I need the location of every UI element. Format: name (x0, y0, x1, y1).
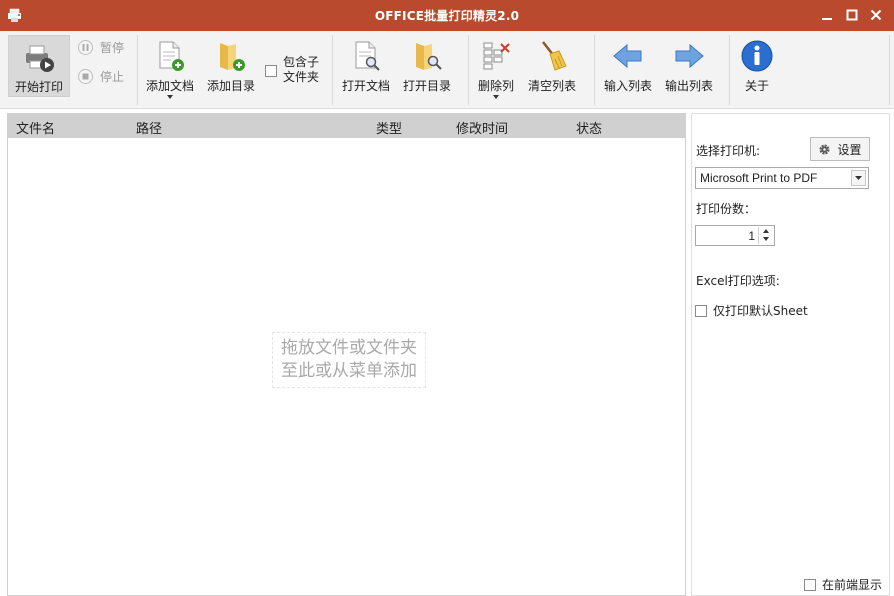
include-subfolders-option[interactable]: 包含子 文件夹 (265, 55, 329, 85)
include-subfolders-label-1: 包含子 (283, 55, 320, 69)
file-list[interactable]: 文件名 路径 类型 修改时间 状态 拖放文件或文件夹 至此或从菜单添加 (7, 113, 686, 596)
list-header: 文件名 路径 类型 修改时间 状态 (8, 114, 685, 138)
arrow-left-icon (611, 39, 645, 73)
separator (594, 35, 595, 105)
separator (729, 35, 730, 105)
toolbar: 开始打印 暂停 停止 添加文档 添加目录 包含子 文件夹 打开文档 打开目录 删… (0, 31, 894, 109)
copies-stepper[interactable]: 1 (695, 225, 775, 246)
add-directory-button[interactable]: 添加目录 (203, 35, 259, 97)
export-list-label: 输出列表 (664, 79, 713, 93)
only-default-sheet-label: 仅打印默认Sheet (713, 304, 808, 318)
always-on-top-checkbox[interactable] (804, 578, 816, 591)
export-list-button[interactable]: 输出列表 (661, 35, 717, 97)
clear-list-label: 清空列表 (527, 79, 576, 93)
settings-button[interactable]: 设置 (810, 137, 870, 161)
pause-icon (78, 39, 93, 55)
info-icon (740, 39, 774, 73)
printer-select[interactable]: Microsoft Print to PDF (695, 167, 869, 189)
start-print-button[interactable]: 开始打印 (8, 35, 70, 97)
open-document-button[interactable]: 打开文档 (338, 35, 394, 97)
add-folder-icon (214, 39, 248, 73)
open-folder-icon (410, 39, 444, 73)
stop-button[interactable]: 停止 (78, 65, 124, 87)
separator (137, 35, 138, 105)
about-label: 关于 (744, 79, 769, 93)
settings-label: 设置 (837, 142, 862, 157)
separator (468, 35, 469, 105)
only-default-sheet-option[interactable]: 仅打印默认Sheet (695, 302, 808, 319)
drop-hint-line-1: 拖放文件或文件夹 (281, 338, 417, 358)
drop-hint: 拖放文件或文件夹 至此或从菜单添加 (272, 332, 426, 388)
maximize-button[interactable] (840, 4, 864, 26)
drop-hint-line-2: 至此或从菜单添加 (281, 361, 417, 381)
add-document-button[interactable]: 添加文档 (142, 35, 198, 99)
pause-button[interactable]: 暂停 (78, 36, 124, 58)
minimize-button[interactable] (815, 4, 839, 26)
column-header-path[interactable]: 路径 (136, 118, 162, 137)
column-header-filename[interactable]: 文件名 (16, 118, 55, 137)
stop-icon (78, 68, 93, 84)
always-on-top-option[interactable]: 在前端显示 (804, 576, 882, 593)
start-print-label: 开始打印 (14, 80, 63, 94)
excel-options-label: Excel打印选项: (696, 274, 780, 288)
close-button[interactable] (864, 4, 888, 26)
printer-select-value: Microsoft Print to PDF (700, 171, 818, 185)
add-document-label: 添加文档 (145, 79, 194, 93)
delete-column-label: 删除列 (477, 79, 514, 93)
separator (889, 35, 890, 105)
add-directory-label: 添加目录 (206, 79, 255, 93)
print-options-panel: 选择打印机: 设置 Microsoft Print to PDF 打印份数： 1… (691, 113, 890, 596)
open-directory-button[interactable]: 打开目录 (399, 35, 455, 97)
column-header-status[interactable]: 状态 (576, 118, 602, 137)
spin-up-icon[interactable] (759, 227, 773, 235)
broom-icon (535, 39, 569, 73)
import-list-label: 输入列表 (603, 79, 652, 93)
include-subfolders-checkbox[interactable] (265, 65, 277, 77)
copies-spinner[interactable] (758, 227, 773, 244)
clear-list-button[interactable]: 清空列表 (524, 35, 580, 97)
copies-value: 1 (748, 229, 755, 243)
always-on-top-label: 在前端显示 (822, 578, 883, 592)
select-printer-label: 选择打印机: (696, 144, 761, 158)
add-document-icon (153, 39, 187, 73)
delete-column-button[interactable]: 删除列 (472, 35, 520, 99)
include-subfolders-label-2: 文件夹 (283, 70, 320, 84)
printer-play-icon (22, 40, 56, 74)
only-default-sheet-checkbox[interactable] (695, 304, 707, 317)
arrow-right-icon (672, 39, 706, 73)
open-document-icon (349, 39, 383, 73)
separator (332, 35, 333, 105)
chevron-down-icon[interactable] (851, 170, 866, 186)
spin-down-icon[interactable] (759, 235, 773, 243)
column-header-modified-time[interactable]: 修改时间 (456, 118, 508, 137)
about-button[interactable]: 关于 (735, 35, 779, 97)
column-header-type[interactable]: 类型 (376, 118, 402, 137)
window-title: OFFICE批量打印精灵2.0 (374, 9, 520, 23)
dropdown-arrow-icon (167, 95, 173, 99)
title-bar: OFFICE批量打印精灵2.0 (0, 0, 894, 31)
copies-label: 打印份数： (696, 202, 757, 216)
stop-label: 停止 (100, 69, 125, 84)
gear-icon (818, 143, 831, 156)
delete-column-icon (479, 39, 513, 73)
import-list-button[interactable]: 输入列表 (600, 35, 656, 97)
dropdown-arrow-icon (493, 95, 499, 99)
open-document-label: 打开文档 (341, 79, 390, 93)
pause-label: 暂停 (100, 40, 125, 55)
open-directory-label: 打开目录 (402, 79, 451, 93)
